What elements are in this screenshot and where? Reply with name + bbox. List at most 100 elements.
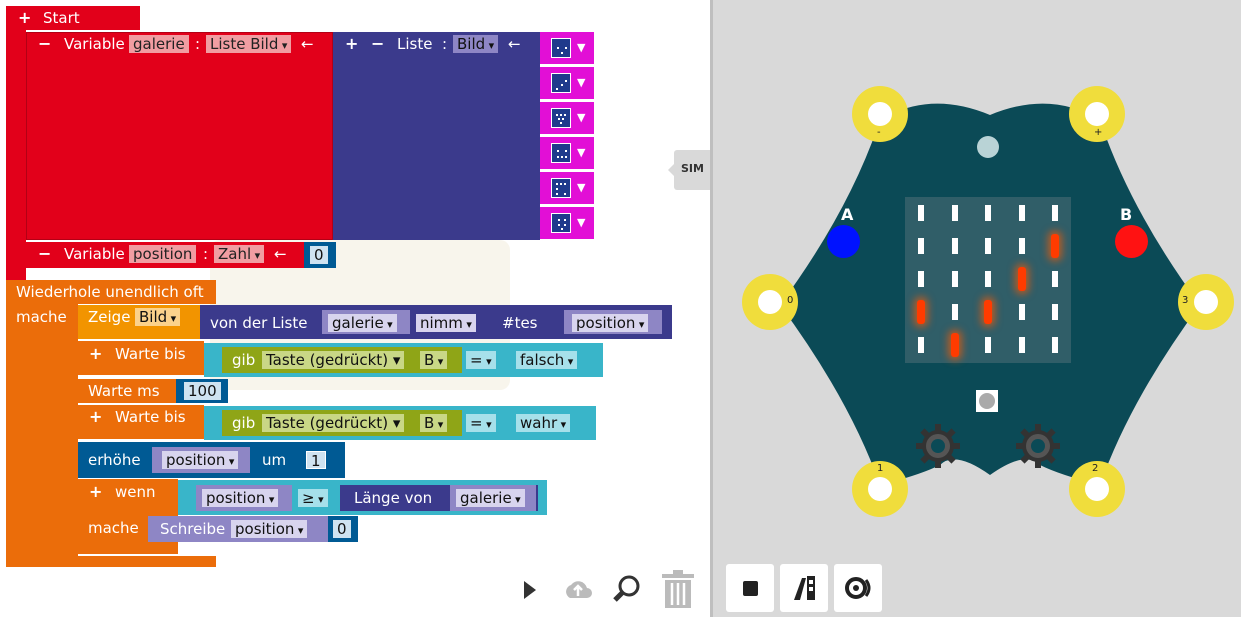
led-r0-c3 xyxy=(1018,205,1025,221)
button-dropdown[interactable]: B xyxy=(420,351,448,369)
sim-tab-pointer xyxy=(668,163,675,177)
image-thumbnail-2[interactable] xyxy=(551,73,571,93)
button-b-label: B xyxy=(1120,205,1133,224)
debug-icon xyxy=(794,576,815,600)
workspace[interactable]: + Start − Variable galerie : Liste Bild … xyxy=(0,0,710,617)
sim-tab-label: SIM xyxy=(681,162,704,175)
if-label: wenn xyxy=(115,483,156,501)
show-keyword: Zeige xyxy=(88,308,131,326)
gear-icon xyxy=(914,422,962,470)
led-r0-c4 xyxy=(1052,205,1058,221)
type-colon: : xyxy=(195,35,201,53)
stop-button[interactable] xyxy=(726,564,774,612)
button-b[interactable] xyxy=(1115,225,1148,258)
pad-1-hole xyxy=(868,477,892,501)
wait-ms-number-field[interactable]: 100 xyxy=(184,382,221,400)
list-var-dropdown[interactable]: galerie xyxy=(328,314,397,332)
led-r1-c4 xyxy=(1051,234,1059,258)
eq-dropdown[interactable]: = xyxy=(466,351,496,369)
image-thumbnail-1[interactable] xyxy=(551,38,571,58)
length-label: Länge von xyxy=(354,489,433,507)
pad-0-label: 0 xyxy=(787,295,794,306)
chevron-down-icon[interactable]: ▼ xyxy=(577,109,585,127)
led-r1-c3 xyxy=(1018,238,1025,254)
assign-arrow: ← xyxy=(301,35,314,53)
led-r0-c0 xyxy=(918,205,924,221)
pad-plus-hole xyxy=(1085,102,1109,126)
increment-number-field[interactable]: 1 xyxy=(306,451,326,470)
gib-label: gib xyxy=(232,414,256,432)
led-r3-c4 xyxy=(1052,304,1058,320)
sensor-type-dropdown[interactable]: Taste (gedrückt) ▾ xyxy=(262,351,405,369)
list-minus-icon[interactable]: − xyxy=(371,35,384,53)
led-r2-c4 xyxy=(1052,271,1058,287)
bool-dropdown-wahr[interactable]: wahr xyxy=(516,414,571,432)
variable-name-field[interactable]: galerie xyxy=(129,35,189,53)
wait-plus-icon[interactable]: + xyxy=(89,345,102,363)
led-r2-c1 xyxy=(951,271,958,287)
chevron-down-icon[interactable]: ▼ xyxy=(577,214,585,232)
debug-button[interactable] xyxy=(780,564,828,612)
start-label: Start xyxy=(43,9,80,27)
if-var-dropdown[interactable]: position xyxy=(202,489,279,507)
cloud-upload-icon[interactable] xyxy=(562,576,594,602)
led-r2-c2 xyxy=(985,271,991,287)
list-block[interactable] xyxy=(333,32,540,240)
index-var-dropdown[interactable]: position xyxy=(572,314,649,332)
if-compare-dropdown[interactable]: ≥ xyxy=(298,489,328,507)
image-thumbnail-4[interactable] xyxy=(551,143,571,163)
type-dropdown-zahl[interactable]: Zahl xyxy=(214,245,265,263)
from-list-label: von der Liste xyxy=(210,314,308,332)
led-r2-c0 xyxy=(918,271,924,287)
wait-plus-icon[interactable]: + xyxy=(89,408,102,426)
pad-2-label: 2 xyxy=(1092,463,1099,474)
if-do-label: mache xyxy=(88,519,139,537)
image-thumbnail-3[interactable] xyxy=(551,108,571,128)
button-dropdown[interactable]: B xyxy=(420,414,448,432)
led-r4-c1 xyxy=(950,333,959,357)
set-number-field[interactable]: 0 xyxy=(333,520,351,538)
variable-galerie-block[interactable] xyxy=(26,32,333,240)
zoom-icon[interactable] xyxy=(612,574,642,604)
image-thumbnail-6[interactable] xyxy=(551,213,571,233)
chevron-down-icon[interactable]: ▼ xyxy=(577,39,585,57)
type-dropdown-liste-bild[interactable]: Liste Bild xyxy=(206,35,292,53)
chevron-down-icon[interactable]: ▼ xyxy=(577,179,585,197)
bool-dropdown-falsch[interactable]: falsch xyxy=(516,351,578,369)
position-minus-icon[interactable]: − xyxy=(38,245,51,263)
galerie-minus-icon[interactable]: − xyxy=(38,35,51,53)
play-icon[interactable] xyxy=(520,578,540,602)
trash-icon[interactable] xyxy=(658,569,698,609)
pad-1-label: 1 xyxy=(877,463,884,474)
list-op-dropdown[interactable]: nimm xyxy=(416,314,476,332)
increment-var-dropdown[interactable]: position xyxy=(162,451,239,469)
show-type-dropdown[interactable]: Bild xyxy=(135,308,181,326)
pad-3-label: 3 xyxy=(1182,295,1189,306)
sound-button[interactable] xyxy=(834,564,882,612)
image-thumbnail-5[interactable] xyxy=(551,178,571,198)
list-assign-arrow: ← xyxy=(508,35,521,53)
list-type-dropdown[interactable]: Bild xyxy=(453,35,499,53)
variable-keyword: Variable xyxy=(64,35,125,53)
list-colon: : xyxy=(442,35,448,53)
number-field[interactable]: 0 xyxy=(310,246,328,264)
list-plus-icon[interactable]: + xyxy=(345,35,358,53)
start-plus-icon[interactable]: + xyxy=(18,9,31,27)
length-list-dropdown[interactable]: galerie xyxy=(456,489,525,507)
led-r4-c0 xyxy=(918,337,924,353)
if-plus-icon[interactable]: + xyxy=(89,483,102,501)
eq-dropdown[interactable]: = xyxy=(466,414,496,432)
list-hash-label: #tes xyxy=(502,314,538,332)
repeat-label: Wiederhole unendlich oft xyxy=(16,283,204,301)
wait-until-label: Warte bis xyxy=(115,345,186,363)
chevron-down-icon[interactable]: ▼ xyxy=(577,144,585,162)
reset-button[interactable] xyxy=(976,390,998,412)
button-a[interactable] xyxy=(827,225,860,258)
sim-tab[interactable]: SIM xyxy=(674,150,710,190)
sensor-type-dropdown[interactable]: Taste (gedrückt) ▾ xyxy=(262,414,405,432)
repeat-do-label: mache xyxy=(16,308,67,326)
chevron-down-icon[interactable]: ▼ xyxy=(577,74,585,92)
set-var-dropdown[interactable]: position xyxy=(231,520,308,538)
variable-keyword: Variable xyxy=(64,245,125,263)
variable-name-field[interactable]: position xyxy=(129,245,197,263)
